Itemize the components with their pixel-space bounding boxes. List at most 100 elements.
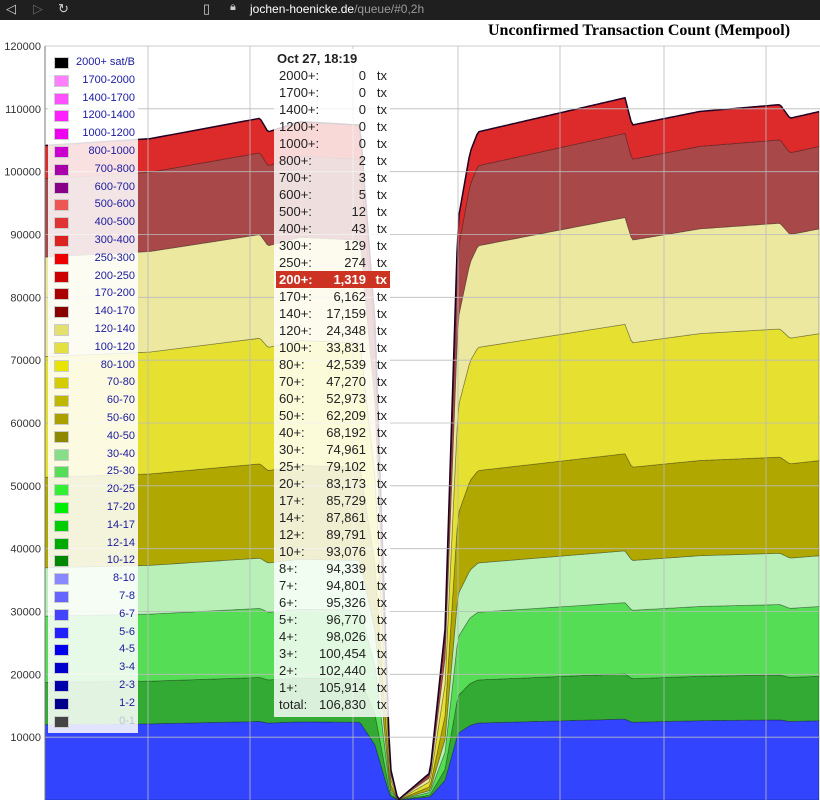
url-host: jochen-hoenicke.de [250,2,355,16]
tooltip-unit: tx [376,629,387,644]
legend-item[interactable]: 1400-1700 [48,90,138,107]
legend-item[interactable]: 70-80 [48,374,138,391]
tooltip-value: 33,831 [326,340,366,355]
legend-item[interactable]: 2-3 [48,677,138,694]
legend-item[interactable]: 8-10 [48,570,138,587]
legend-swatch [54,502,69,514]
legend-item[interactable]: 120-140 [48,321,138,338]
tooltip-row: 70+: 47,270 tx [276,373,390,390]
tooltip-unit: tx [376,442,387,457]
legend-label: 6-7 [119,607,135,620]
tooltip-unit: tx [376,374,387,389]
legend-item[interactable]: 140-170 [48,303,138,320]
legend-label: 170-200 [94,287,135,300]
tooltip-value: 42,539 [326,357,366,372]
legend-label: 2-3 [119,679,135,691]
y-tick-label: 100000 [4,167,41,179]
legend-item[interactable]: 5-6 [48,624,138,641]
tooltip-unit: tx [375,272,387,287]
y-tick-label: 30000 [10,607,41,619]
legend-item[interactable]: 700-800 [48,161,138,178]
legend-item[interactable]: 25-30 [48,463,138,480]
legend-item[interactable]: 20-25 [48,481,138,498]
reload-button[interactable]: ↻ [58,1,69,17]
tooltip-unit: tx [376,697,387,712]
tooltip-row: 17+: 85,729 tx [276,492,390,509]
tooltip-label: 1000+: [279,136,320,151]
legend-swatch [54,519,69,532]
legend-item[interactable]: 40-50 [48,428,138,445]
legend-item[interactable]: 100-120 [48,339,138,356]
legend-item[interactable]: 4-5 [48,641,138,658]
tooltip-unit: tx [376,289,387,304]
legend-label: 80-100 [100,358,135,371]
tooltip-label: 5+: [279,612,298,627]
legend-label: 200-250 [94,269,135,282]
tooltip-label: 8+: [279,561,298,576]
legend-item[interactable]: 500-600 [48,196,138,213]
tooltip-value: 79,102 [326,459,366,474]
tooltip-unit: tx [376,612,387,627]
y-tick-label: 90000 [10,230,41,242]
tooltip-label: 1200+: [279,119,320,134]
tooltip-value: 106,830 [319,697,366,712]
bookmark-icon[interactable]: ▯ [203,1,210,17]
legend-item[interactable]: 60-70 [48,392,138,409]
legend-swatch [54,110,69,123]
legend-item[interactable]: 50-60 [48,410,138,427]
url-path: /queue/#0,2h [354,2,425,16]
legend-label: 14-17 [106,518,135,531]
tooltip-value: 96,770 [326,612,366,627]
legend-swatch [54,680,69,692]
legend-label: 8-10 [112,572,135,585]
tooltip-row: 2000+: 0 tx [276,67,390,84]
tooltip-label: total: [279,697,308,712]
legend-item[interactable]: 300-400 [48,232,138,249]
tooltip-value: 43 [351,221,366,236]
legend-item[interactable]: 2000+ sat/B [48,54,138,71]
legend-swatch [54,395,69,408]
legend-swatch [54,413,69,425]
legend-item[interactable]: 400-500 [48,214,138,231]
lock-icon: 🔒︎ [230,1,236,13]
legend-item[interactable]: 1000-1200 [48,125,138,142]
tooltip-value: 62,209 [326,408,366,423]
legend-label: 1000-1200 [82,127,135,140]
tooltip-label: 3+: [279,646,298,661]
tooltip-value: 0 [358,68,366,83]
legend-swatch [54,235,69,247]
legend-swatch [54,199,69,212]
legend-item[interactable]: 800-1000 [48,143,138,160]
tooltip-value: 24,348 [326,323,366,338]
legend-item[interactable]: 7-8 [48,588,138,605]
y-tick-label: 80000 [10,292,41,304]
tooltip-value: 102,440 [319,663,366,678]
legend-item[interactable]: 30-40 [48,446,138,463]
address-bar[interactable]: 🔒︎ jochen-hoenicke.de/queue/#0,2h [228,1,820,18]
legend-item[interactable]: 3-4 [48,659,138,676]
forward-button[interactable]: ▷ [33,1,43,17]
legend-item[interactable]: 1700-2000 [48,72,138,89]
legend-item[interactable]: 600-700 [48,179,138,196]
legend-item[interactable]: 1-2 [48,695,138,712]
legend-item[interactable]: 6-7 [48,606,138,623]
legend-item[interactable]: 12-14 [48,535,138,552]
legend-item[interactable]: 17-20 [48,499,138,516]
legend-item[interactable]: 14-17 [48,517,138,534]
tooltip-row: 600+: 5 tx [276,186,390,203]
tooltip-row: 30+: 74,961 tx [276,441,390,458]
tooltip-row: 500+: 12 tx [276,203,390,220]
legend-item[interactable]: 10-12 [48,552,138,569]
tooltip-value: 0 [358,136,366,151]
legend-item[interactable]: 250-300 [48,250,138,267]
legend-item[interactable]: 0-1 [48,713,138,730]
legend-item[interactable]: 1200-1400 [48,107,138,124]
legend-item[interactable]: 170-200 [48,285,138,302]
tooltip-date: Oct 27, 18:19 [277,51,358,66]
back-button[interactable]: ◁ [6,1,16,17]
legend-label: 60-70 [106,394,135,407]
legend-item[interactable]: 200-250 [48,268,138,285]
tooltip-value: 83,173 [326,476,366,491]
tooltip-row: 20+: 83,173 tx [276,475,390,492]
legend-item[interactable]: 80-100 [48,357,138,374]
